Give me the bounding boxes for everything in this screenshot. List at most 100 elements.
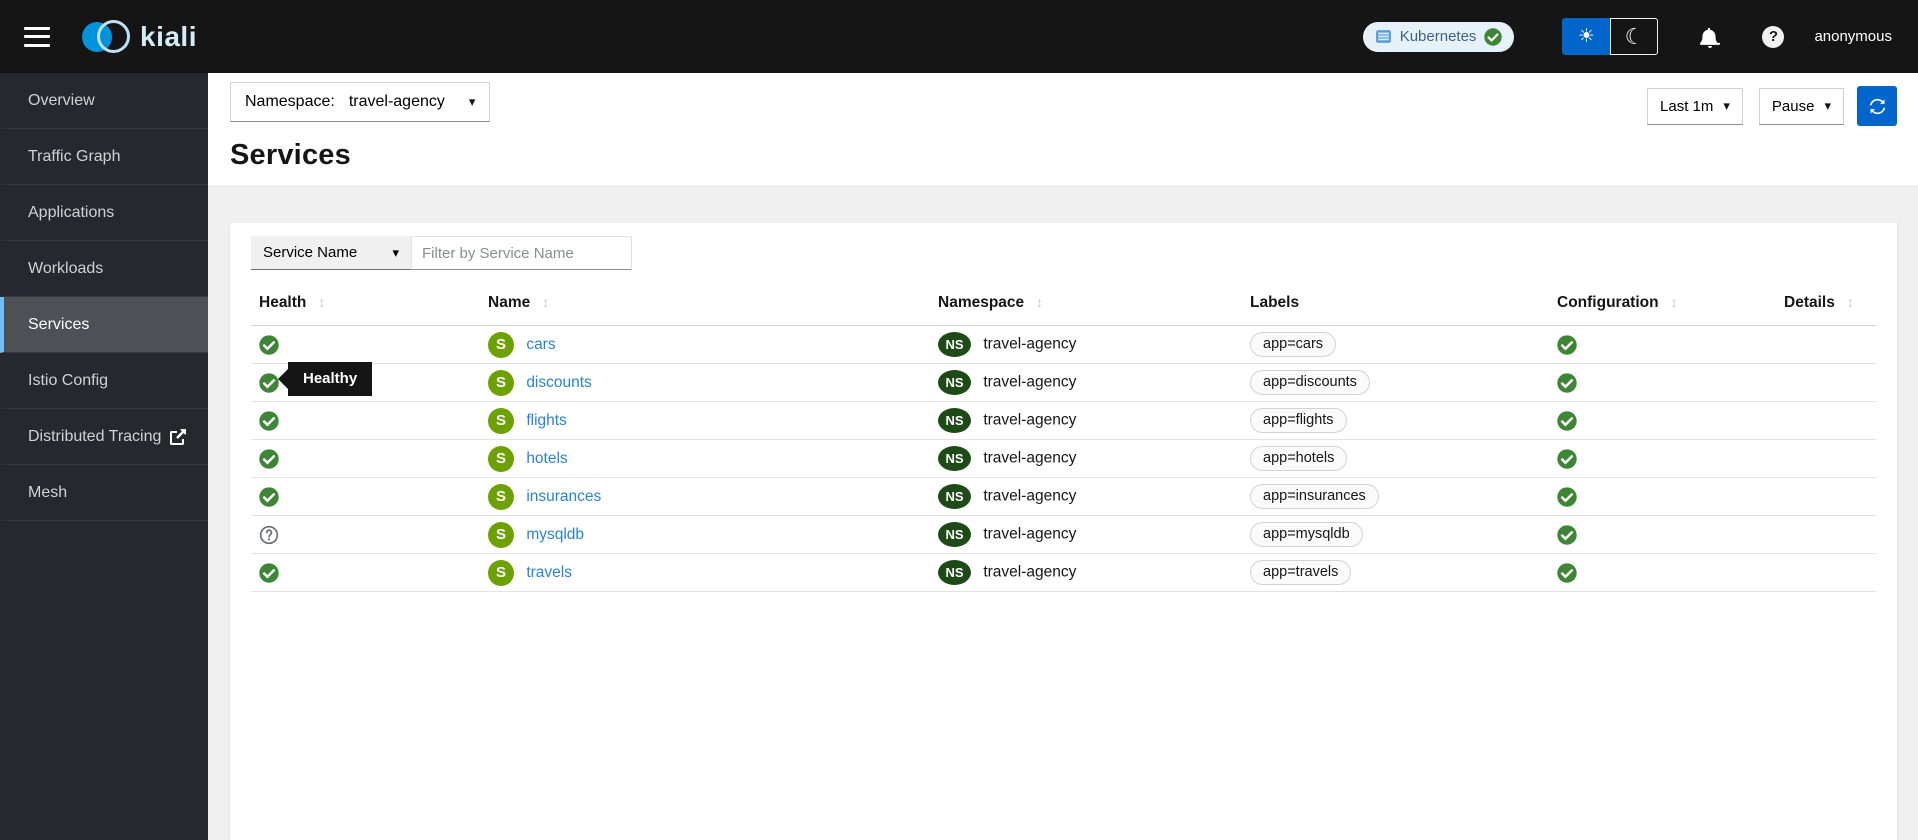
column-header-details[interactable]: Details ↕ (1776, 283, 1876, 326)
config-valid-icon[interactable] (1557, 334, 1768, 355)
namespace-dropdown[interactable]: Namespace: travel-agency ▾ (230, 82, 491, 122)
details-cell (1776, 515, 1876, 554)
config-valid-icon[interactable] (1557, 524, 1768, 545)
labels-cell: app=travels (1242, 553, 1549, 592)
column-header-name[interactable]: Name ↕ (480, 283, 930, 326)
help-button[interactable]: ? (1762, 25, 1785, 48)
name-cell: S discounts (480, 363, 930, 402)
config-valid-icon[interactable] (1557, 372, 1768, 393)
kubernetes-cluster-badge[interactable]: Kubernetes (1362, 21, 1515, 52)
service-badge-icon: S (488, 369, 514, 396)
chevron-down-icon: ▾ (1723, 98, 1730, 113)
column-header-configuration[interactable]: Configuration ↕ (1549, 283, 1776, 326)
health-healthy-icon[interactable] (259, 410, 472, 431)
service-link[interactable]: travels (526, 564, 572, 581)
table-row: S cars NS travel-agency app=cars (251, 325, 1876, 364)
service-link[interactable]: discounts (526, 374, 591, 391)
name-cell: S mysqldb (480, 515, 930, 554)
label-pill: app=hotels (1250, 446, 1348, 471)
service-link[interactable]: mysqldb (526, 526, 584, 543)
service-link[interactable]: cars (526, 336, 555, 353)
labels-cell: app=insurances (1242, 477, 1549, 516)
namespace-text: travel-agency (983, 487, 1077, 505)
page-header: Namespace: travel-agency ▾ Last 1m ▾ Pau… (208, 73, 1918, 185)
service-badge-icon: S (488, 331, 514, 358)
details-cell (1776, 363, 1876, 402)
health-healthy-icon[interactable] (259, 334, 472, 355)
namespace-text: travel-agency (983, 373, 1077, 391)
namespace-badge-icon: NS (938, 408, 971, 433)
sidebar-item-mesh[interactable]: Mesh (0, 465, 208, 521)
sidebar-item-services[interactable]: Services (0, 297, 208, 353)
column-header-labels[interactable]: Labels (1242, 283, 1549, 326)
sidebar-item-distributed-tracing[interactable]: Distributed Tracing (0, 409, 208, 465)
kiali-logo: kiali (82, 20, 197, 53)
filter-input[interactable] (411, 236, 632, 270)
sun-icon: ☀ (1577, 26, 1595, 47)
refresh-icon (1869, 98, 1885, 114)
kiali-logo-ring-icon (97, 20, 130, 53)
notifications-button[interactable] (1700, 26, 1721, 48)
health-cell (251, 401, 480, 440)
filter-type-dropdown[interactable]: Service Name ▾ (251, 236, 411, 270)
hamburger-menu-icon[interactable] (24, 26, 50, 47)
label-pill: app=flights (1250, 408, 1347, 433)
sidebar-item-workloads[interactable]: Workloads (0, 241, 208, 297)
name-cell: S insurances (480, 477, 930, 516)
dark-theme-button[interactable]: ☾ (1610, 18, 1659, 55)
sidebar-item-istio-config[interactable]: Istio Config (0, 353, 208, 409)
refresh-interval-dropdown[interactable]: Pause ▾ (1758, 87, 1844, 125)
sort-icon[interactable]: ↕ (542, 294, 549, 310)
light-theme-button[interactable]: ☀ (1562, 18, 1611, 55)
sort-icon[interactable]: ↕ (1036, 294, 1043, 310)
config-cell (1549, 553, 1776, 592)
config-valid-icon[interactable] (1557, 486, 1768, 507)
service-badge-icon: S (488, 521, 514, 548)
config-valid-icon[interactable] (1557, 410, 1768, 431)
chevron-down-icon: ▾ (1824, 98, 1831, 113)
label-pill: app=cars (1250, 332, 1337, 357)
service-badge-icon: S (488, 445, 514, 472)
topbar: kiali Kubernetes ☀ ☾ ? anonymous (0, 0, 1918, 73)
namespace-badge-icon: NS (938, 484, 971, 509)
sort-icon[interactable]: ↕ (1847, 294, 1854, 310)
table-row: S travels NS travel-agency app=travels (251, 553, 1876, 592)
config-valid-icon[interactable] (1557, 448, 1768, 469)
cluster-healthy-icon (1484, 27, 1503, 46)
namespace-cell: NS travel-agency (930, 553, 1242, 592)
duration-dropdown[interactable]: Last 1m ▾ (1647, 87, 1743, 125)
namespace-badge-icon: NS (938, 370, 971, 395)
service-link[interactable]: insurances (526, 488, 601, 505)
namespace-cell: NS travel-agency (930, 439, 1242, 478)
chevron-down-icon: ▾ (392, 244, 399, 260)
labels-cell: app=discounts (1242, 363, 1549, 402)
config-valid-icon[interactable] (1557, 562, 1768, 583)
external-link-icon (170, 428, 187, 445)
sort-icon[interactable]: ↕ (318, 294, 325, 310)
sidebar-item-overview[interactable]: Overview (0, 73, 208, 129)
service-link[interactable]: flights (526, 412, 567, 429)
sidebar-item-applications[interactable]: Applications (0, 185, 208, 241)
bell-icon (1700, 27, 1721, 48)
health-cell (251, 553, 480, 592)
health-healthy-icon[interactable] (259, 486, 472, 507)
service-link[interactable]: hotels (526, 450, 567, 467)
name-cell: S flights (480, 401, 930, 440)
health-healthy-icon[interactable] (259, 562, 472, 583)
sort-icon[interactable]: ↕ (1671, 294, 1678, 310)
health-unknown-icon[interactable] (259, 525, 472, 545)
labels-cell: app=hotels (1242, 439, 1549, 478)
column-header-namespace[interactable]: Namespace ↕ (930, 283, 1242, 326)
health-healthy-icon[interactable] (259, 448, 472, 469)
column-header-health[interactable]: Health ↕ (251, 283, 480, 326)
refresh-button[interactable] (1857, 86, 1897, 126)
namespace-text: travel-agency (983, 525, 1077, 543)
table-row: S discounts NS travel-agency app=discoun… (251, 363, 1876, 402)
sidebar-item-traffic-graph[interactable]: Traffic Graph (0, 129, 208, 185)
details-cell (1776, 553, 1876, 592)
service-badge-icon: S (488, 559, 514, 586)
health-cell (251, 515, 480, 554)
name-cell: S hotels (480, 439, 930, 478)
details-cell (1776, 439, 1876, 478)
namespace-cell: NS travel-agency (930, 401, 1242, 440)
